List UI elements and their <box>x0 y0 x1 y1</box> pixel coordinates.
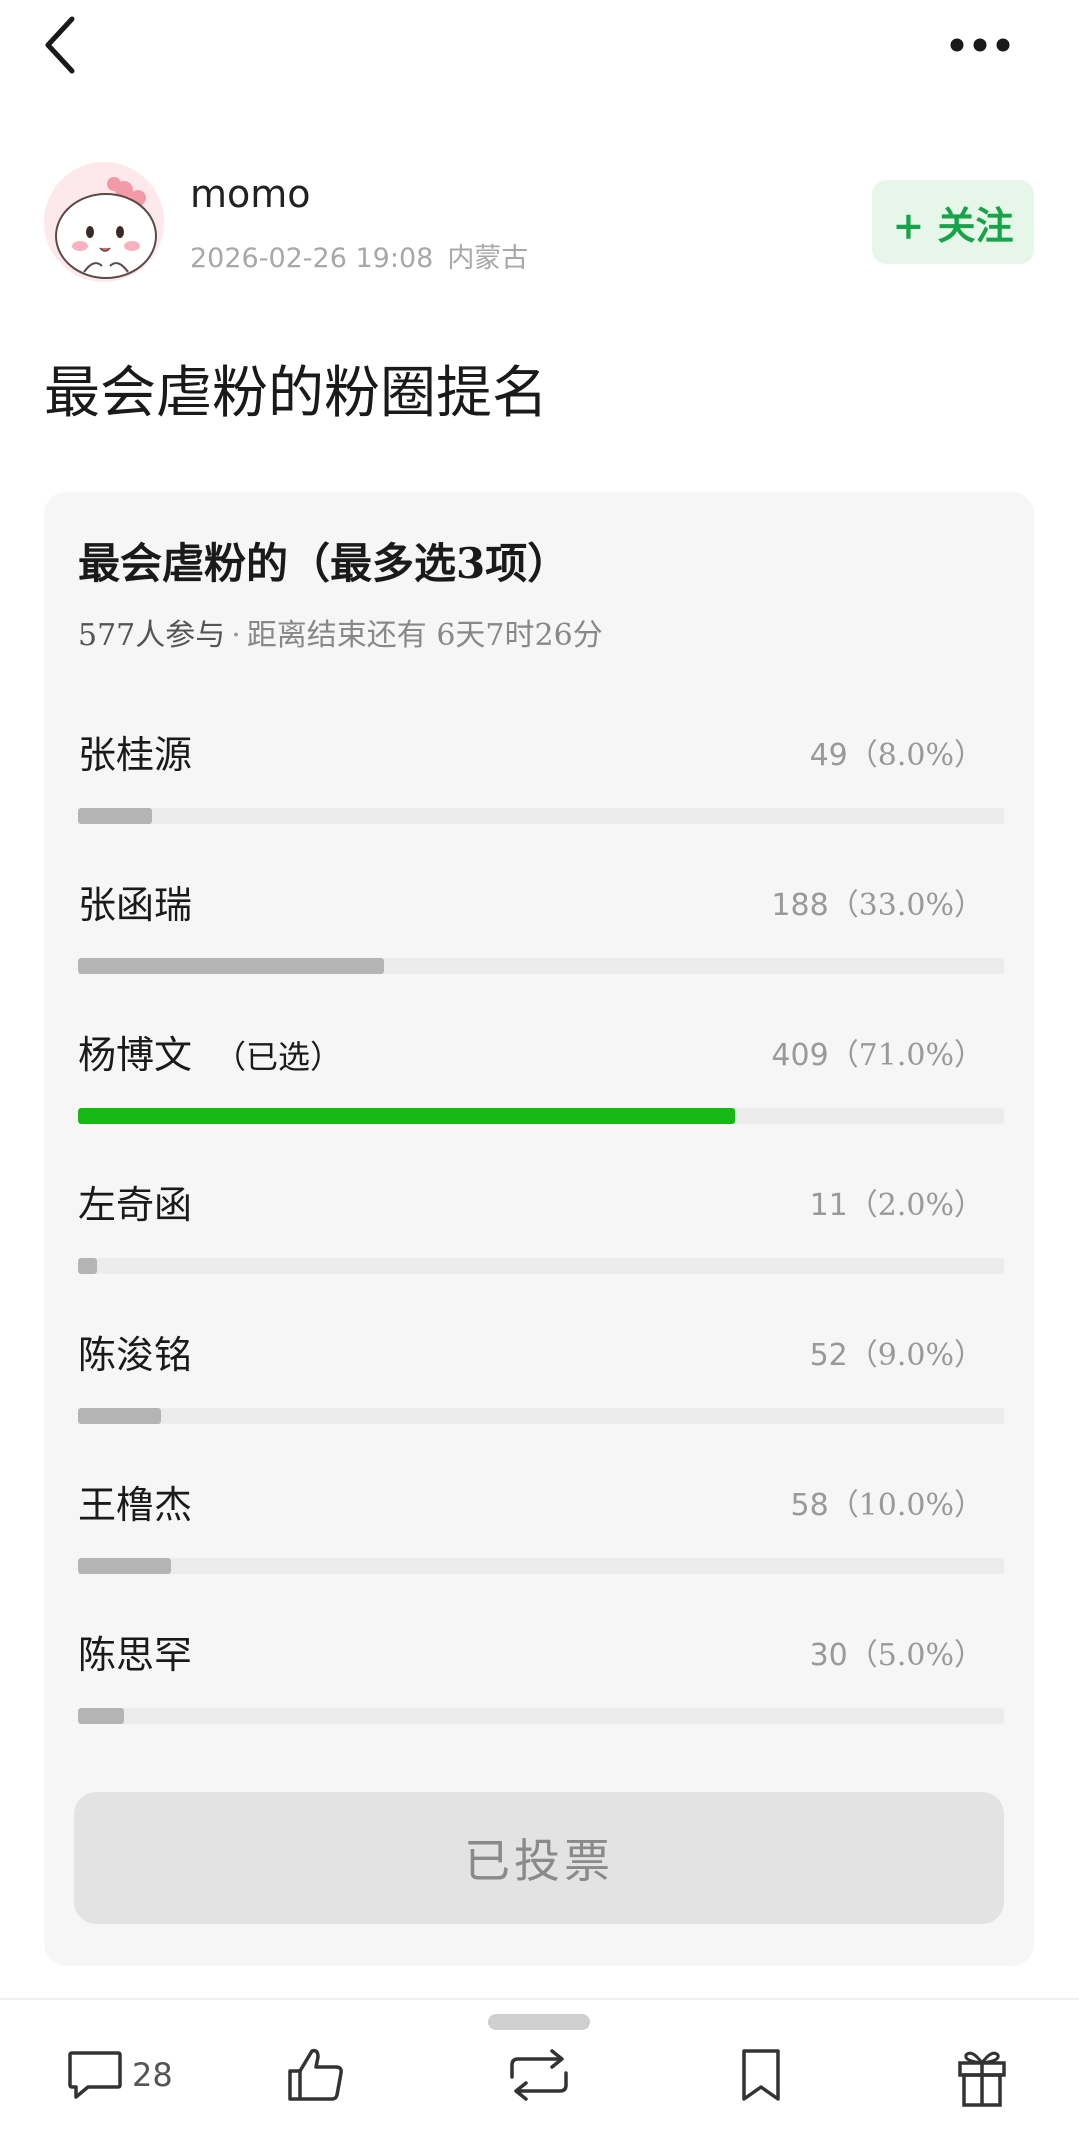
poll-option-count: 58（10.0%） <box>790 1488 985 1523</box>
poll-option-bar <box>78 1558 1004 1574</box>
poll-option-bar-fill <box>78 1708 125 1724</box>
poll-option-name: 陈思罕 <box>78 1633 193 1677</box>
poll-option-bar <box>78 1108 1004 1124</box>
like-icon <box>286 2045 346 2105</box>
poll-option[interactable]: 陈思罕 30（5.0%） <box>78 1624 1004 1744</box>
avatar-illustration <box>44 162 164 282</box>
poll-option-name: 张桂源 <box>78 733 193 777</box>
poll-option[interactable]: 左奇函 11（2.0%） <box>78 1174 1004 1294</box>
post-title: 最会虐粉的粉圈提名 <box>44 361 548 426</box>
poll-question: 最会虐粉的（最多选3项） <box>78 539 570 588</box>
poll-option-bar <box>78 958 1004 974</box>
poll-option[interactable]: 陈浚铭 52（9.0%） <box>78 1324 1004 1444</box>
poll-option[interactable]: 张函瑞 188（33.0%） <box>78 874 1004 994</box>
back-button[interactable] <box>30 10 90 80</box>
more-button[interactable] <box>945 20 1015 70</box>
comment-icon <box>66 2047 124 2103</box>
poll-option-bar-fill <box>78 1408 162 1424</box>
repost-button[interactable] <box>506 2040 572 2110</box>
poll-option[interactable]: 张桂源 49（8.0%） <box>78 724 1004 844</box>
poll-meta: 577人参与 · 距离结束还有 6天7时26分 <box>78 610 603 654</box>
author-name[interactable]: momo <box>190 172 311 216</box>
like-button[interactable] <box>286 2040 346 2110</box>
poll-option-selected[interactable]: 杨博文 （已选） 409（71.0%） <box>78 1024 1004 1144</box>
poll-option-name: 张函瑞 <box>78 883 193 927</box>
bottom-divider <box>0 1998 1079 2000</box>
comment-button[interactable]: 28 <box>66 2040 173 2110</box>
chevron-left-icon <box>40 13 80 77</box>
post-meta: 2026-02-26 19:08 内蒙古 <box>190 236 528 275</box>
poll-option-bar <box>78 1408 1004 1424</box>
gift-button[interactable] <box>954 2040 1010 2110</box>
poll-option-name: 左奇函 <box>78 1183 193 1227</box>
poll-option-name: 杨博文 （已选） <box>78 1033 343 1077</box>
poll-option-bar-fill <box>78 1108 736 1124</box>
poll-option-bar-fill <box>78 1258 97 1274</box>
poll-option-bar <box>78 808 1004 824</box>
follow-button[interactable]: + 关注 <box>872 180 1034 264</box>
poll-option-count: 30（5.0%） <box>809 1638 984 1673</box>
avatar[interactable] <box>44 162 164 282</box>
bookmark-icon <box>738 2045 784 2105</box>
poll-option-count: 49（8.0%） <box>809 738 984 773</box>
gift-icon <box>954 2043 1010 2107</box>
poll-option-name: 王橹杰 <box>78 1483 193 1527</box>
comment-count: 28 <box>132 2056 173 2094</box>
voted-button[interactable]: 已投票 <box>74 1792 1004 1924</box>
poll-option-bar-fill <box>78 958 384 974</box>
poll-option-count: 188（33.0%） <box>771 888 984 923</box>
repost-icon <box>506 2047 572 2103</box>
poll-option-bar-fill <box>78 1558 171 1574</box>
poll-option-name: 陈浚铭 <box>78 1333 193 1377</box>
poll-option[interactable]: 王橹杰 58（10.0%） <box>78 1474 1004 1594</box>
selected-mark: （已选） <box>214 1038 343 1076</box>
post-datetime: 2026-02-26 19:08 <box>190 243 434 274</box>
poll-option-bar <box>78 1708 1004 1724</box>
poll-remaining-time: 距离结束还有 6天7时26分 <box>246 618 603 653</box>
poll-option-count: 52（9.0%） <box>809 1338 984 1373</box>
more-horizontal-icon <box>949 37 1011 53</box>
drag-handle[interactable] <box>488 2014 590 2030</box>
bookmark-button[interactable] <box>738 2040 784 2110</box>
poll-option-count: 11（2.0%） <box>809 1188 984 1223</box>
post-location: 内蒙古 <box>447 243 529 274</box>
poll-participants: 577人参与 <box>78 618 226 653</box>
poll-option-bar <box>78 1258 1004 1274</box>
poll-meta-separator: · <box>231 618 241 653</box>
poll-option-bar-fill <box>78 808 153 824</box>
poll-option-count: 409（71.0%） <box>771 1038 984 1073</box>
